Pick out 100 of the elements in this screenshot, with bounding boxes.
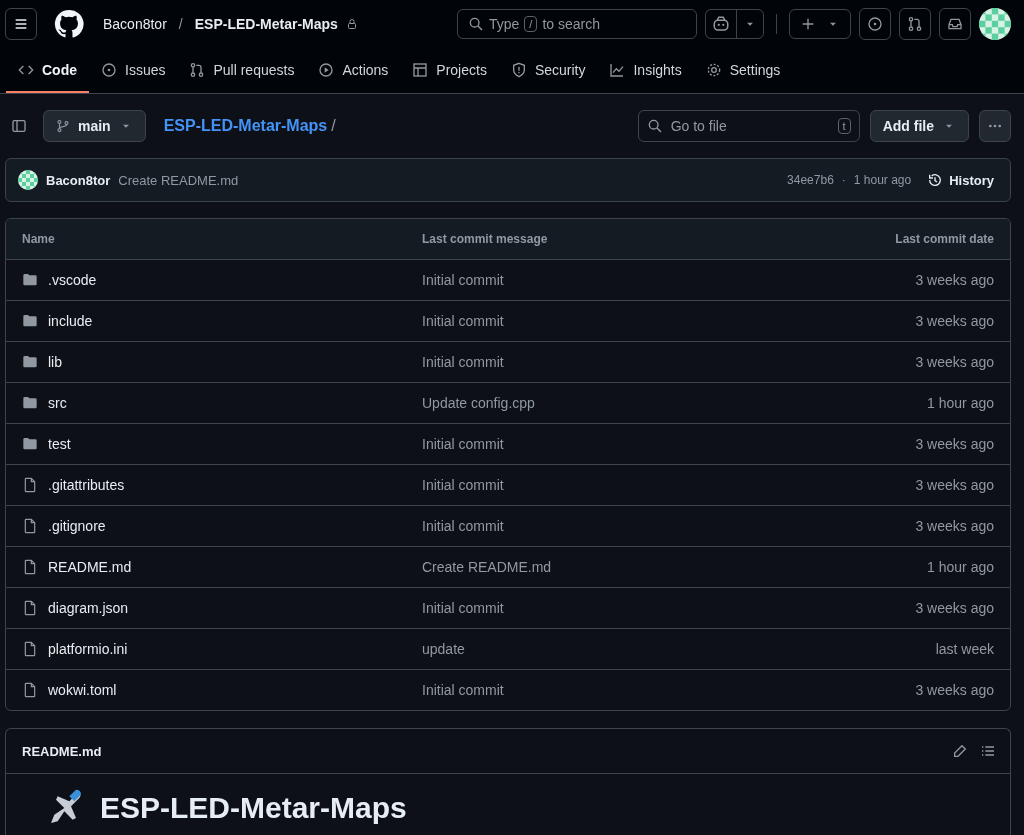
repo-tab[interactable]: Code (6, 47, 89, 93)
commit-message-link[interactable]: Create README.md (118, 172, 239, 188)
history-icon (927, 172, 944, 188)
inbox-button[interactable] (939, 7, 971, 40)
commit-message-link[interactable]: Initial commit (422, 272, 504, 288)
commit-date: 3 weeks ago (914, 354, 994, 370)
pencil-icon (952, 743, 968, 759)
file-name-link[interactable]: diagram.json (48, 600, 129, 616)
folder-icon (22, 395, 38, 411)
commit-message-link[interactable]: Initial commit (422, 600, 504, 616)
readme-heading: ESP-LED-Metar-Maps (100, 791, 407, 825)
file-name-link[interactable]: src (48, 395, 67, 411)
folder-icon (22, 354, 38, 370)
commit-date: 3 weeks ago (914, 682, 994, 698)
file-icon (22, 477, 38, 493)
repo-tab[interactable]: Insights (597, 47, 694, 93)
robot-icon (712, 14, 730, 33)
user-avatar[interactable] (979, 7, 1011, 40)
shortcut-key: / (524, 15, 538, 32)
repo-tab[interactable]: Pull requests (177, 47, 307, 93)
repo-link[interactable]: ESP-LED-Metar-Maps (194, 15, 338, 32)
github-logo-icon[interactable] (53, 7, 85, 40)
shield-icon (510, 62, 527, 78)
commit-date: 3 weeks ago (914, 518, 994, 534)
commit-date: 3 weeks ago (914, 477, 994, 493)
folder-icon (22, 313, 38, 329)
menu-button[interactable] (5, 7, 37, 40)
commit-date: 3 weeks ago (914, 436, 994, 452)
create-new-button[interactable] (789, 8, 851, 39)
commit-date: 1 hour ago (926, 559, 994, 575)
add-file-button[interactable]: Add file (869, 110, 969, 142)
pull-request-icon (189, 62, 206, 78)
column-header: Name (22, 232, 56, 246)
go-to-file-hint: Go to file (670, 118, 728, 134)
commit-sha-link[interactable]: 34ee7b6 (787, 173, 834, 187)
commit-message-link[interactable]: Initial commit (422, 477, 504, 493)
readme-filename: README.md (22, 743, 102, 759)
commit-message-link[interactable]: Create README.md (422, 559, 552, 575)
commit-author-link[interactable]: Bacon8tor (46, 172, 111, 188)
shortcut-key: t (837, 118, 851, 134)
file-name-link[interactable]: include (48, 313, 93, 329)
commit-message-link[interactable]: Initial commit (422, 682, 504, 698)
copilot-button[interactable] (705, 8, 764, 39)
repo-tab[interactable]: Actions (306, 47, 401, 93)
commit-date: 3 weeks ago (914, 313, 994, 329)
repo-breadcrumb-link[interactable]: ESP-LED-Metar-Maps (163, 117, 328, 135)
file-icon (22, 682, 38, 698)
column-header: Last commit date (894, 232, 994, 246)
commit-message-link[interactable]: Initial commit (422, 354, 504, 370)
go-to-file-field[interactable]: Go to file t (637, 110, 860, 142)
search-field[interactable]: Type / to search (457, 8, 697, 39)
pull-requests-button[interactable] (899, 7, 931, 40)
commit-message-link[interactable]: update (422, 641, 465, 657)
sidebar-icon (11, 118, 27, 134)
file-icon (22, 641, 38, 657)
file-icon (22, 518, 38, 534)
commit-message-link[interactable]: Initial commit (422, 313, 504, 329)
repo-tab[interactable]: Security (498, 47, 598, 93)
owner-link[interactable]: Bacon8tor (103, 15, 167, 32)
commit-message-link[interactable]: Initial commit (422, 436, 504, 452)
path-separator: / (331, 117, 336, 135)
folder-icon (22, 272, 38, 288)
commit-date: 3 weeks ago (914, 272, 994, 288)
table-icon (412, 62, 429, 78)
issue-icon (867, 15, 883, 32)
commit-date: last week (934, 641, 994, 657)
issues-button[interactable] (859, 7, 891, 40)
file-name-link[interactable]: .gitattributes (48, 477, 125, 493)
search-hint: to search (542, 15, 600, 32)
file-name-link[interactable]: .vscode (48, 272, 97, 288)
branch-icon (56, 119, 70, 133)
column-header: Last commit message (422, 232, 549, 246)
file-icon (22, 559, 38, 575)
repo-tab[interactable]: Issues (89, 47, 178, 93)
file-name-link[interactable]: .gitignore (48, 518, 106, 534)
separator-dot: · (841, 173, 846, 187)
commit-date: 3 weeks ago (914, 600, 994, 616)
search-hint: Type (489, 15, 520, 32)
commit-message-link[interactable]: Initial commit (422, 518, 504, 534)
pull-request-icon (907, 15, 923, 32)
author-avatar[interactable] (18, 170, 38, 190)
file-name-link[interactable]: platformio.ini (48, 641, 128, 657)
commit-message-link[interactable]: Update config.cpp (422, 395, 535, 411)
history-link[interactable]: History (927, 172, 994, 188)
repo-tab[interactable]: Settings (693, 47, 793, 93)
file-name-link[interactable]: lib (48, 354, 62, 370)
issue-icon (101, 62, 117, 78)
branch-button[interactable]: main (43, 110, 146, 142)
play-icon (318, 62, 335, 78)
list-icon (980, 743, 996, 759)
file-name-link[interactable]: wokwi.toml (48, 682, 117, 698)
search-icon (646, 118, 663, 134)
folder-icon (22, 436, 38, 452)
file-icon (22, 600, 38, 616)
repo-tab[interactable]: Projects (400, 47, 499, 93)
search-icon (468, 15, 484, 32)
settings-icon (705, 62, 722, 78)
file-name-link[interactable]: test (48, 436, 71, 452)
graph-icon (609, 62, 626, 78)
file-name-link[interactable]: README.md (48, 559, 132, 575)
